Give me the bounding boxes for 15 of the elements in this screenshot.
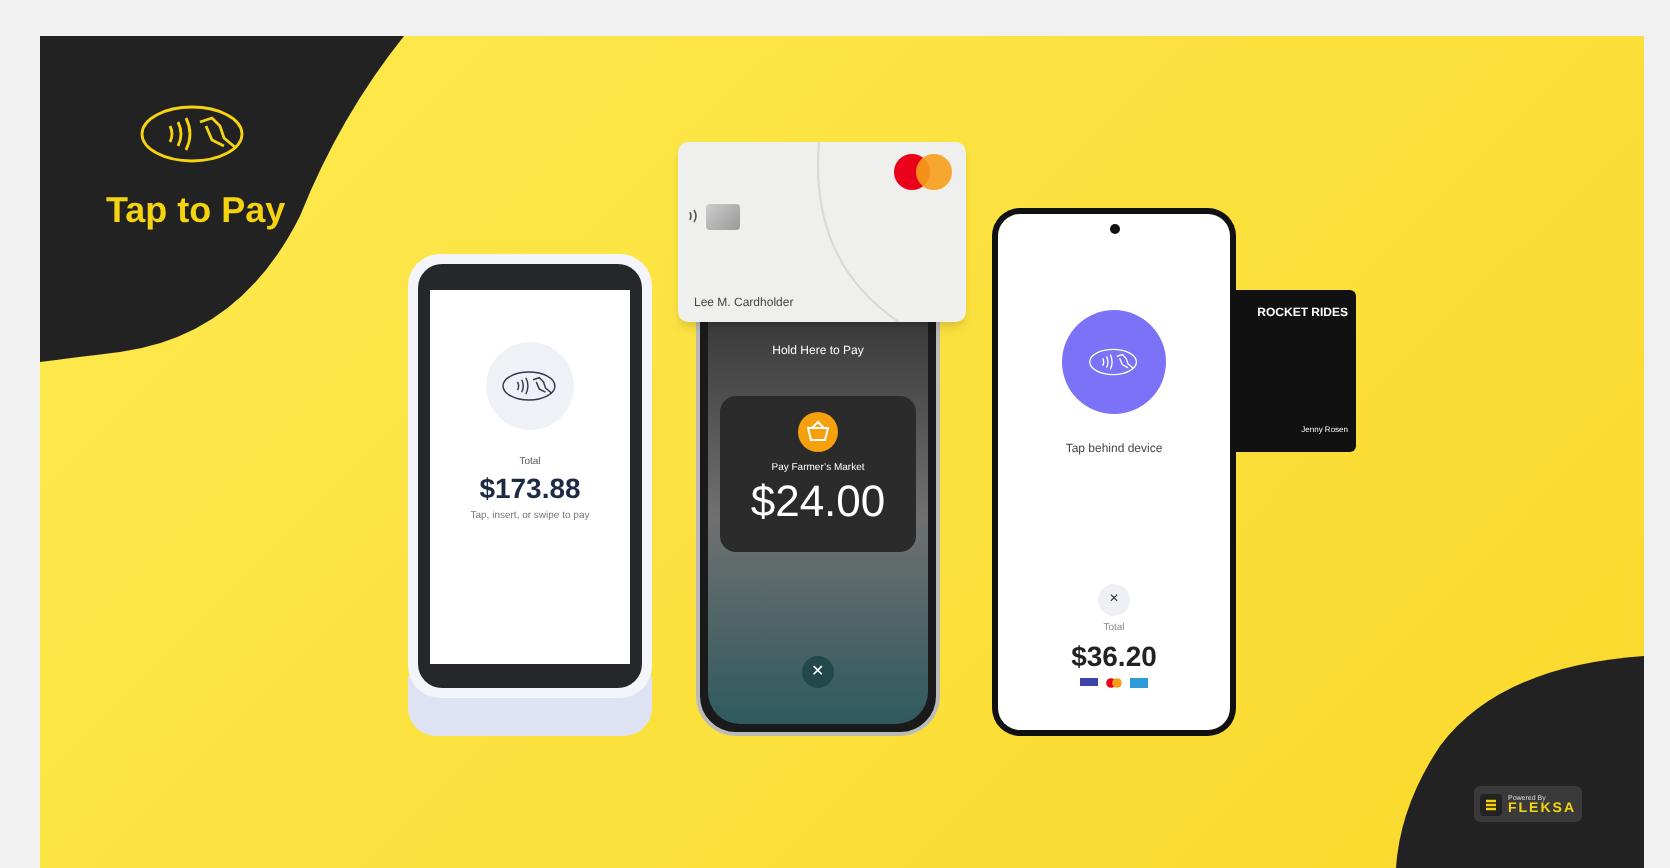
chip-icon — [706, 204, 740, 230]
total-amount: $173.88 — [479, 471, 581, 505]
contactless-hand-icon — [1088, 348, 1140, 376]
close-button[interactable]: ✕ — [802, 656, 834, 688]
total-amount: $36.20 — [1071, 637, 1157, 673]
payment-amount: $24.00 — [750, 477, 886, 525]
mastercard-logo-icon — [1106, 677, 1122, 687]
contactless-hand-icon — [502, 370, 558, 402]
basket-icon — [798, 412, 838, 452]
brand-title: Tap to Pay — [106, 188, 286, 234]
contactless-hand-icon — [140, 104, 248, 164]
contactless-icon — [688, 208, 700, 224]
camera-icon — [1109, 224, 1119, 234]
stack-icon — [1480, 793, 1502, 815]
mastercard-logo-icon — [892, 152, 956, 192]
